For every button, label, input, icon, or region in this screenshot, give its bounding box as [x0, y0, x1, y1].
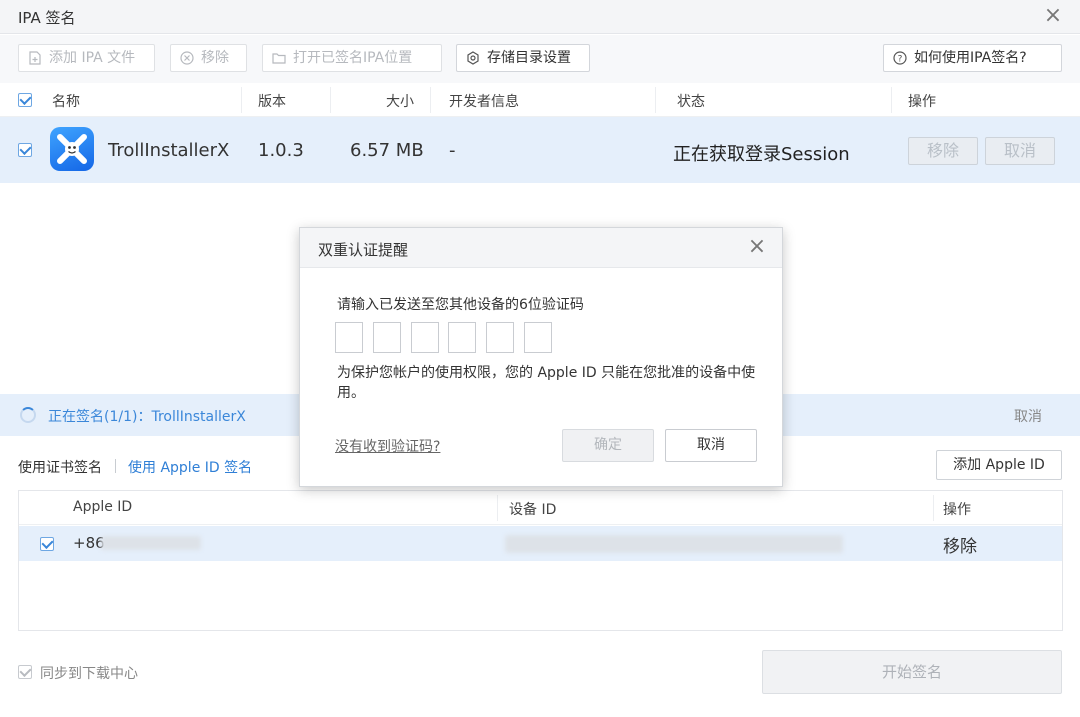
- dialog-note: 为保护您帐户的使用权限，您的 Apple ID 只能在您批准的设备中使用。: [337, 365, 756, 401]
- no-code-link[interactable]: 没有收到验证码?: [335, 436, 440, 456]
- app-icon: [50, 127, 94, 171]
- col-divider: [241, 87, 242, 113]
- app-developer: -: [449, 140, 456, 161]
- row-remove-button[interactable]: 移除: [908, 137, 978, 165]
- confirm-button[interactable]: 确定: [562, 429, 654, 462]
- add-ipa-button[interactable]: 添加 IPA 文件: [18, 44, 155, 72]
- code-digit-6[interactable]: [524, 322, 552, 353]
- troll-x-icon: [57, 134, 87, 164]
- storage-settings-button[interactable]: 存储目录设置: [456, 44, 590, 72]
- apple-id-value: +86: [73, 534, 105, 552]
- select-all-checkbox[interactable]: [18, 93, 32, 107]
- dialog-title: 双重认证提醒: [318, 241, 409, 259]
- remove-circle-icon: [180, 51, 194, 65]
- app-status: 正在获取登录Session: [673, 144, 850, 165]
- code-digit-3[interactable]: [411, 322, 439, 353]
- table-row[interactable]: TrollInstallerX 1.0.3 6.57 MB - 正在获取登录Se…: [0, 117, 1080, 183]
- open-signed-folder-button[interactable]: 打开已签名IPA位置: [262, 44, 442, 72]
- spinner-icon: [20, 407, 36, 423]
- title-bar: IPA 签名 ×: [0, 0, 1080, 34]
- col-action: 操作: [908, 94, 936, 110]
- apple-id-row[interactable]: +86 移除: [19, 526, 1062, 561]
- question-icon: ?: [893, 51, 907, 65]
- col-divider: [430, 87, 431, 113]
- cert-sign-tab[interactable]: 使用证书签名: [18, 457, 102, 477]
- apple-id-sign-tab[interactable]: 使用 Apple ID 签名: [128, 457, 252, 477]
- ipa-table-header: 名称 版本 大小 开发者信息 状态 操作: [0, 83, 1080, 117]
- svg-text:?: ?: [898, 55, 903, 65]
- code-digit-2[interactable]: [373, 322, 401, 353]
- col-divider: [933, 495, 934, 521]
- app-name: TrollInstallerX: [108, 140, 230, 161]
- dialog-prompt: 请输入已发送至您其他设备的6位验证码: [337, 297, 584, 313]
- help-button[interactable]: ? 如何使用IPA签名?: [883, 44, 1062, 72]
- add-file-icon: [29, 51, 41, 65]
- col-divider: [655, 87, 656, 113]
- row-checkbox[interactable]: [18, 143, 32, 157]
- redacted-device-id: [505, 535, 843, 553]
- tab-divider: [115, 459, 116, 473]
- col-name: 名称: [52, 94, 80, 110]
- apple-id-row-checkbox[interactable]: [40, 537, 54, 551]
- close-icon[interactable]: ×: [1040, 3, 1066, 29]
- storage-settings-label: 存储目录设置: [487, 50, 571, 66]
- open-folder-label: 打开已签名IPA位置: [293, 50, 413, 66]
- remove-label: 移除: [201, 50, 229, 66]
- app-size: 6.57 MB: [350, 140, 424, 161]
- code-digit-1[interactable]: [335, 322, 363, 353]
- add-ipa-label: 添加 IPA 文件: [49, 50, 136, 66]
- progress-text: 正在签名(1/1)：TrollInstallerX: [48, 409, 246, 425]
- remove-button[interactable]: 移除: [170, 44, 247, 72]
- sync-checkbox[interactable]: [18, 665, 32, 679]
- row-cancel-button[interactable]: 取消: [985, 137, 1055, 165]
- help-label: 如何使用IPA签名?: [914, 50, 1027, 66]
- col-developer: 开发者信息: [449, 94, 519, 110]
- apple-id-table-header: Apple ID 设备 ID 操作: [19, 491, 1062, 525]
- col-divider: [497, 495, 498, 521]
- code-digit-4[interactable]: [448, 322, 476, 353]
- code-digit-5[interactable]: [486, 322, 514, 353]
- apple-id-remove-link[interactable]: 移除: [943, 532, 977, 557]
- gear-icon: [467, 51, 479, 65]
- toolbar: 添加 IPA 文件 移除 打开已签名IPA位置 存储目录设置 ? 如何使用IPA…: [0, 35, 1080, 83]
- col-id-action: 操作: [943, 502, 971, 518]
- col-status: 状态: [677, 94, 705, 110]
- redacted-apple-id: [101, 536, 201, 550]
- col-version: 版本: [258, 94, 286, 110]
- start-sign-button[interactable]: 开始签名: [762, 650, 1062, 694]
- dialog-close-icon[interactable]: ×: [744, 234, 770, 260]
- col-divider: [330, 87, 331, 113]
- window-title: IPA 签名: [18, 9, 76, 27]
- col-device-id: 设备 ID: [509, 502, 557, 518]
- dialog-cancel-button[interactable]: 取消: [665, 429, 757, 462]
- col-divider: [891, 87, 892, 113]
- two-factor-dialog: 双重认证提醒 × 请输入已发送至您其他设备的6位验证码 为保护您帐户的使用权限，…: [299, 227, 783, 487]
- folder-icon: [272, 53, 286, 64]
- sync-label: 同步到下载中心: [40, 666, 138, 682]
- dialog-header: 双重认证提醒 ×: [300, 228, 782, 268]
- apple-id-table: Apple ID 设备 ID 操作 +86 移除: [18, 490, 1063, 631]
- col-size: 大小: [386, 94, 414, 110]
- col-apple-id: Apple ID: [73, 499, 133, 515]
- app-version: 1.0.3: [258, 140, 304, 161]
- add-apple-id-button[interactable]: 添加 Apple ID: [936, 450, 1062, 480]
- progress-cancel-link[interactable]: 取消: [1014, 406, 1042, 426]
